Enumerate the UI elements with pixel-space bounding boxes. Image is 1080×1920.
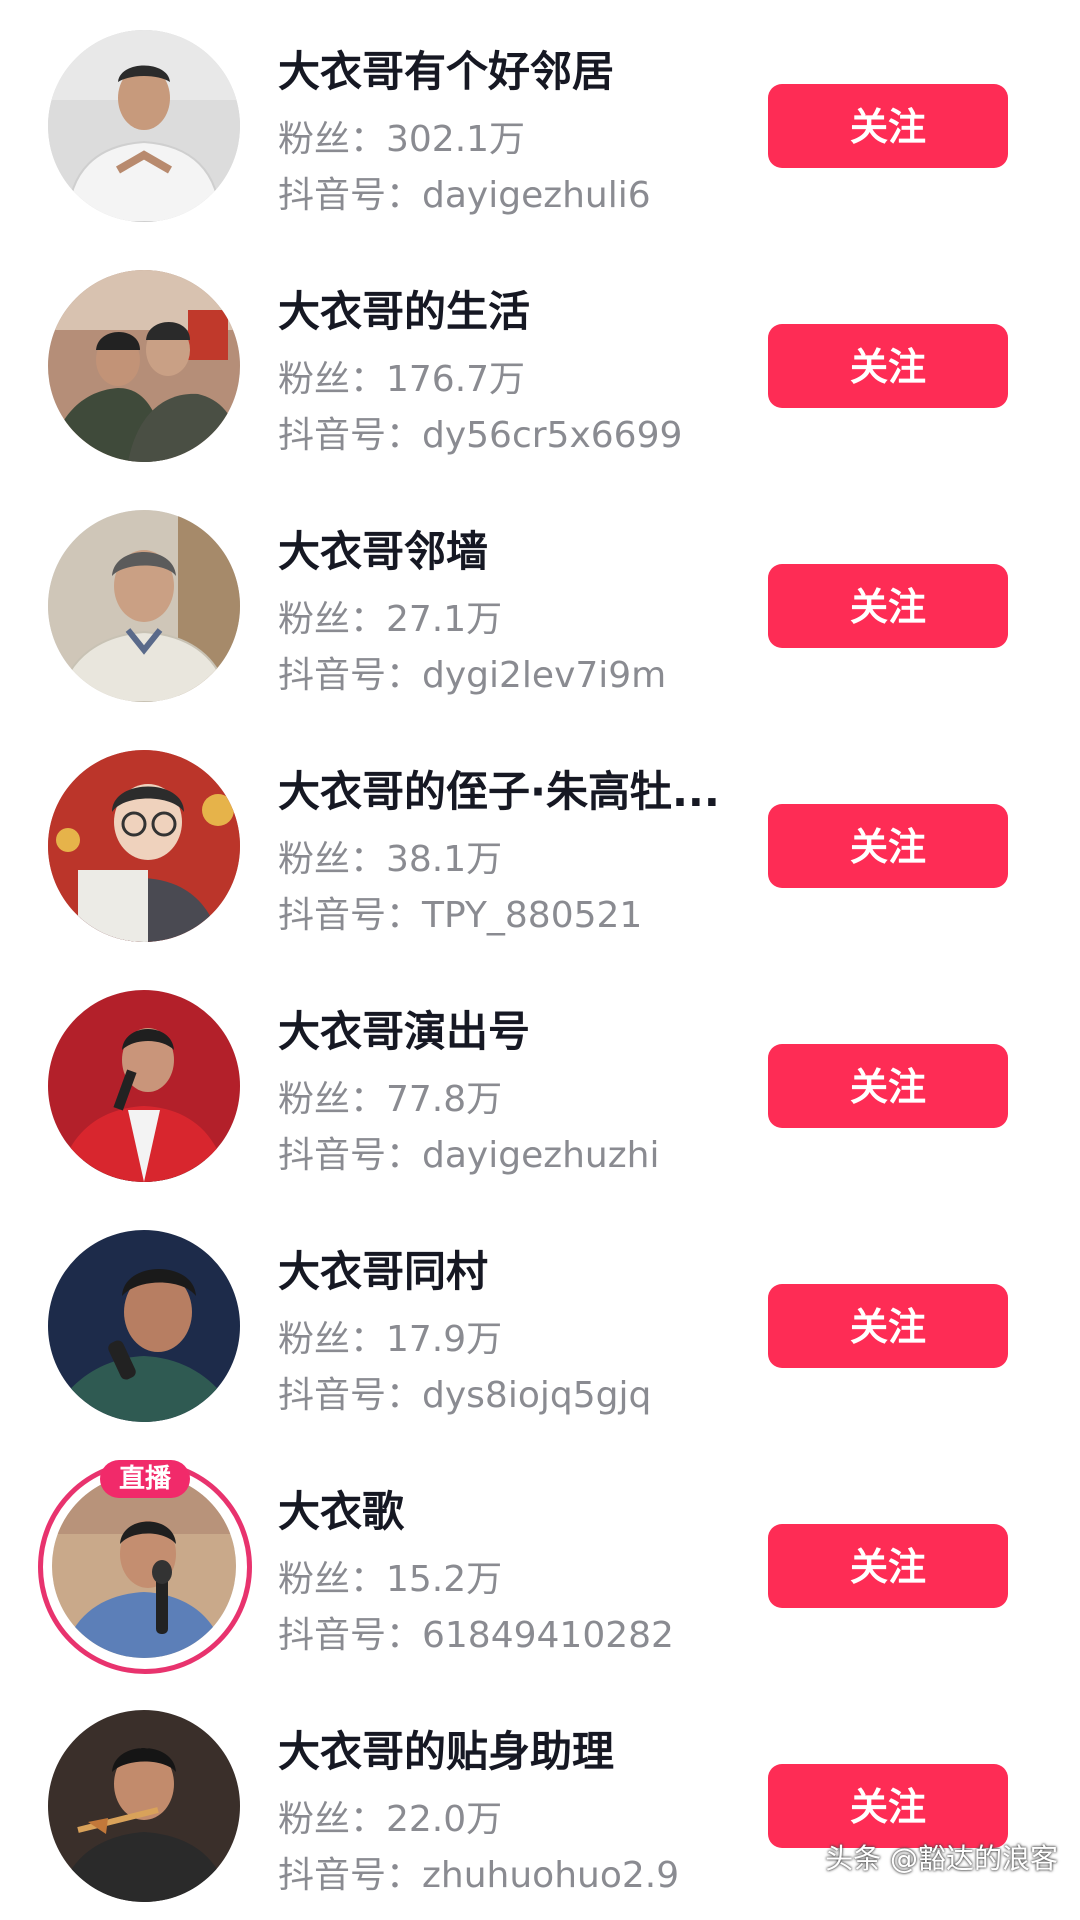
user-name[interactable]: 大衣哥演出号 xyxy=(278,998,748,1059)
follow-button[interactable]: 关注 xyxy=(768,564,1008,648)
user-row[interactable]: 直播 大衣歌 粉丝：15.2万 抖音号：61849410282 关注 xyxy=(0,1440,1080,1680)
fans-count: 粉丝：17.9万 xyxy=(278,1319,503,1360)
douyin-id: 抖音号：61849410282 xyxy=(278,1615,674,1656)
avatar-photo xyxy=(48,1710,240,1902)
follow-button[interactable]: 关注 xyxy=(768,1764,1008,1848)
fans-count: 粉丝：15.2万 xyxy=(278,1559,503,1600)
follow-button[interactable]: 关注 xyxy=(768,804,1008,888)
douyin-id: 抖音号：dygi2lev7i9m xyxy=(278,655,667,696)
douyin-id: 抖音号：TPY_880521 xyxy=(278,895,643,936)
fans-count: 粉丝：302.1万 xyxy=(278,119,526,160)
user-row[interactable]: 大衣哥的生活 粉丝：176.7万 抖音号：dy56cr5x6699 关注 xyxy=(0,240,1080,480)
avatar[interactable] xyxy=(48,1230,240,1422)
user-name[interactable]: 大衣歌 xyxy=(278,1478,748,1539)
fans-count: 粉丝：176.7万 xyxy=(278,359,526,400)
follow-button[interactable]: 关注 xyxy=(768,1044,1008,1128)
user-name[interactable]: 大衣哥同村 xyxy=(278,1238,748,1299)
watermark: 头条 @豁达的浪客 xyxy=(825,1842,1058,1875)
user-name[interactable]: 大衣哥的贴身助理 xyxy=(278,1718,748,1779)
avatar[interactable] xyxy=(48,30,240,222)
follow-button[interactable]: 关注 xyxy=(768,84,1008,168)
avatar-photo xyxy=(48,510,240,702)
avatar-photo xyxy=(48,1230,240,1422)
user-row[interactable]: 大衣哥邻墙 粉丝：27.1万 抖音号：dygi2lev7i9m 关注 xyxy=(0,480,1080,720)
avatar[interactable] xyxy=(52,1474,236,1658)
avatar-photo xyxy=(52,1474,236,1658)
douyin-id: 抖音号：dys8iojq5gjq xyxy=(278,1375,652,1416)
avatar[interactable] xyxy=(48,1710,240,1902)
fans-count: 粉丝：38.1万 xyxy=(278,839,503,880)
user-name[interactable]: 大衣哥的侄子·朱高牡... xyxy=(278,758,748,819)
user-row[interactable]: 大衣哥演出号 粉丝：77.8万 抖音号：dayigezhuzhi 关注 xyxy=(0,960,1080,1200)
douyin-id: 抖音号：dy56cr5x6699 xyxy=(278,415,683,456)
avatar-photo xyxy=(48,750,240,942)
follow-button[interactable]: 关注 xyxy=(768,1284,1008,1368)
avatar-photo xyxy=(48,30,240,222)
douyin-id: 抖音号：zhuhuohuo2.9 xyxy=(278,1855,680,1896)
follow-button[interactable]: 关注 xyxy=(768,324,1008,408)
user-row[interactable]: 大衣哥的侄子·朱高牡... 粉丝：38.1万 抖音号：TPY_880521 关注 xyxy=(0,720,1080,960)
avatar-photo xyxy=(48,990,240,1182)
fans-count: 粉丝：22.0万 xyxy=(278,1799,503,1840)
avatar[interactable] xyxy=(48,750,240,942)
avatar[interactable] xyxy=(48,990,240,1182)
douyin-id: 抖音号：dayigezhuzhi xyxy=(278,1135,660,1176)
avatar[interactable] xyxy=(48,510,240,702)
user-name[interactable]: 大衣哥邻墙 xyxy=(278,518,748,579)
user-row[interactable]: 大衣哥的贴身助理 粉丝：22.0万 抖音号：zhuhuohuo2.9 关注 xyxy=(0,1680,1080,1920)
live-badge: 直播 xyxy=(100,1460,190,1498)
user-row[interactable]: 大衣哥同村 粉丝：17.9万 抖音号：dys8iojq5gjq 关注 xyxy=(0,1200,1080,1440)
fans-count: 粉丝：77.8万 xyxy=(278,1079,503,1120)
avatar[interactable] xyxy=(48,270,240,462)
user-row[interactable]: 大衣哥有个好邻居 粉丝：302.1万 抖音号：dayigezhuli6 关注 xyxy=(0,0,1080,240)
user-name[interactable]: 大衣哥的生活 xyxy=(278,278,748,339)
douyin-id: 抖音号：dayigezhuli6 xyxy=(278,175,651,216)
follow-button[interactable]: 关注 xyxy=(768,1524,1008,1608)
fans-count: 粉丝：27.1万 xyxy=(278,599,503,640)
avatar-photo xyxy=(48,270,240,462)
user-name[interactable]: 大衣哥有个好邻居 xyxy=(278,38,748,99)
